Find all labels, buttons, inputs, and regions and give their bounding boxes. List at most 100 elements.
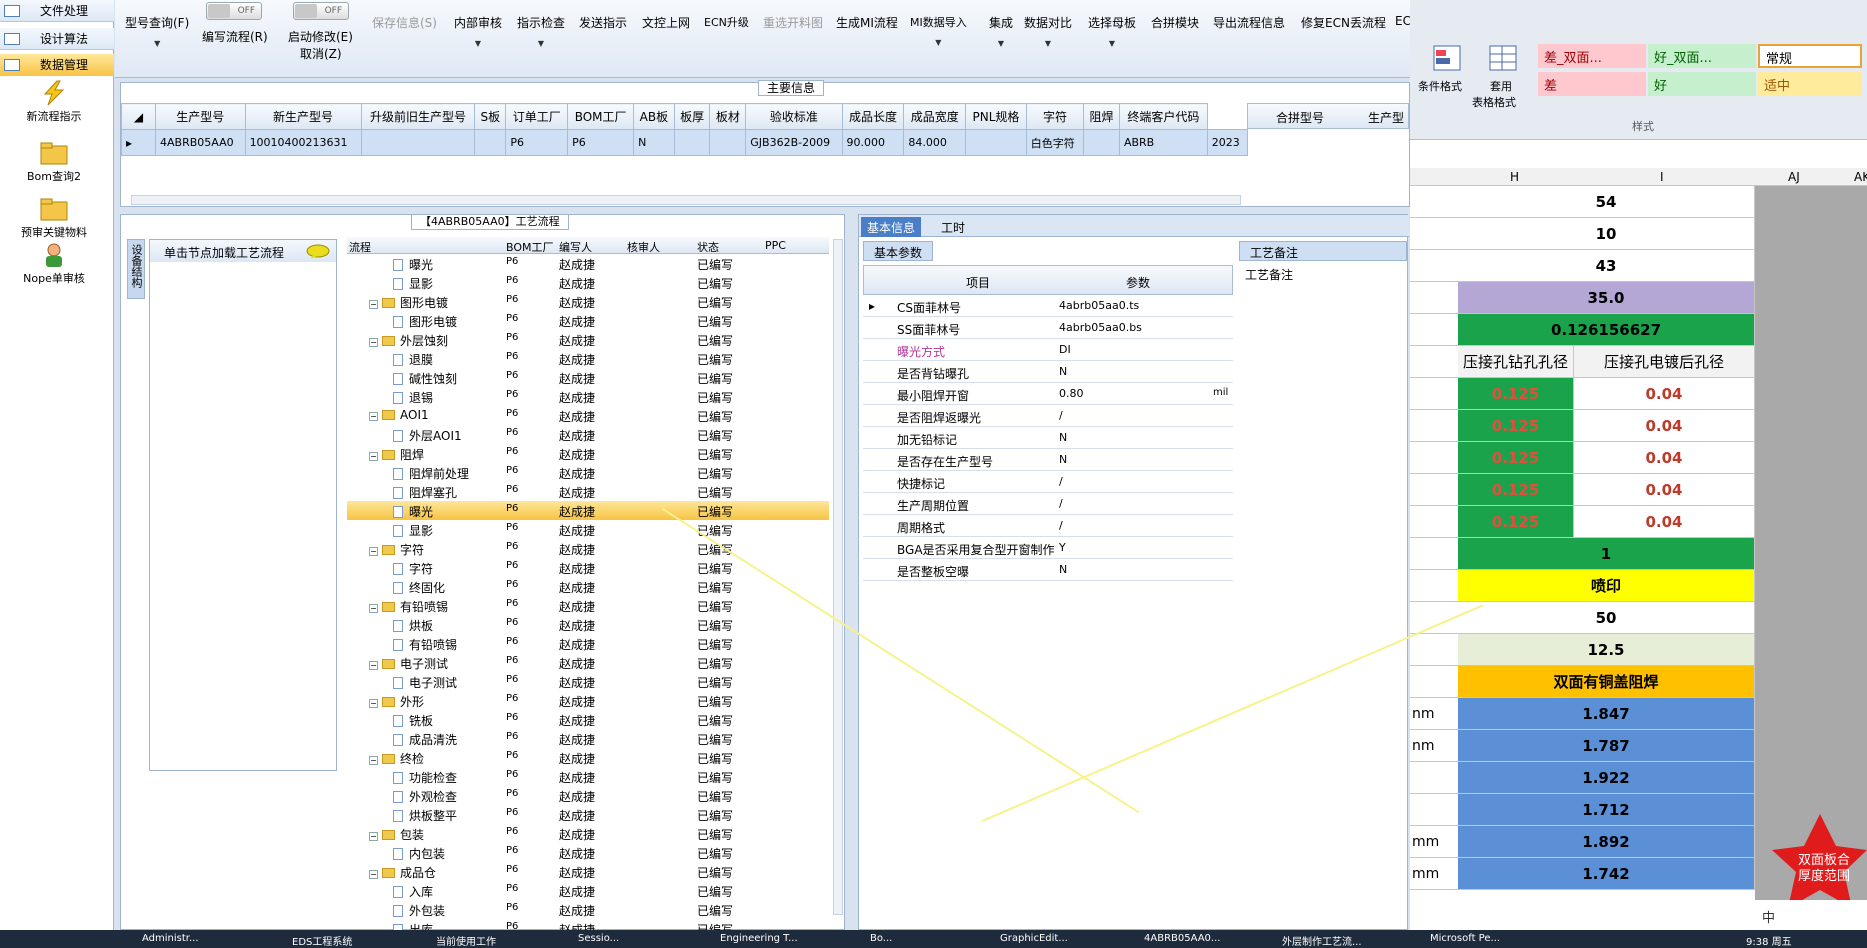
column-header[interactable]: AB板: [633, 103, 675, 130]
ime-bar[interactable]: 中: [1722, 900, 1867, 930]
collapse-toggle-icon[interactable]: −: [369, 547, 378, 556]
param-row[interactable]: 曝光方式 DI: [863, 339, 1233, 361]
collapse-toggle-icon[interactable]: −: [369, 452, 378, 461]
param-row[interactable]: 周期格式 /: [863, 515, 1233, 537]
flow-row[interactable]: 铣板 P6 赵成捷 已编写: [347, 710, 829, 729]
ec-button[interactable]: EC: [1395, 14, 1411, 28]
excel-cell[interactable]: 54: [1458, 186, 1755, 217]
data-compare-button[interactable]: 数据对比 ▼: [1024, 14, 1072, 48]
collapse-toggle-icon[interactable]: −: [369, 604, 378, 613]
param-row[interactable]: 加无铅标记 N: [863, 427, 1233, 449]
column-header[interactable]: 板厚: [673, 103, 711, 130]
param-row[interactable]: 是否存在生产型号 N: [863, 449, 1233, 471]
column-header[interactable]: PNL规格: [965, 103, 1027, 130]
excel-cell[interactable]: 1.922: [1458, 762, 1755, 793]
model-query-button[interactable]: 型号查询(F) ▼: [125, 14, 189, 48]
flow-row[interactable]: − 字符 P6 赵成捷 已编写: [347, 539, 829, 558]
task-admin[interactable]: Administr...: [142, 933, 199, 947]
excel-cell[interactable]: 50: [1458, 602, 1755, 633]
flow-row[interactable]: − AOI1 P6 赵成捷 已编写: [347, 406, 829, 425]
flow-row[interactable]: 显影 P6 赵成捷 已编写: [347, 520, 829, 539]
excel-cell[interactable]: 12.5: [1458, 634, 1755, 665]
column-header[interactable]: 成品宽度: [903, 103, 967, 130]
task-current[interactable]: 当前使用工作: [436, 933, 496, 948]
task-flow-doc[interactable]: 外层制作工艺流...: [1282, 933, 1362, 948]
flow-row[interactable]: − 包装 P6 赵成捷 已编写: [347, 824, 829, 843]
param-row[interactable]: 是否阻焊返曝光 /: [863, 405, 1233, 427]
flow-row[interactable]: 阻焊塞孔 P6 赵成捷 已编写: [347, 482, 829, 501]
column-header[interactable]: 新生产型号: [244, 103, 362, 130]
style-neutral[interactable]: 适中: [1758, 72, 1862, 96]
collapse-toggle-icon[interactable]: −: [369, 870, 378, 879]
save-info-button[interactable]: 保存信息(S): [372, 14, 437, 31]
export-flow-button[interactable]: 导出流程信息: [1213, 14, 1285, 31]
send-instruction-button[interactable]: 发送指示: [579, 14, 627, 31]
task-powerpoint[interactable]: Microsoft Pe...: [1430, 933, 1500, 947]
column-header[interactable]: 生产型号: [155, 103, 246, 130]
style-bad-double[interactable]: 差_双面...: [1538, 44, 1646, 68]
excel-cell[interactable]: 0.04: [1574, 378, 1755, 409]
excel-cell[interactable]: 1.787: [1458, 730, 1755, 761]
excel-cell[interactable]: 1: [1458, 538, 1755, 569]
apply-label[interactable]: 套用: [1490, 78, 1512, 94]
tab-basic-info[interactable]: 基本信息: [861, 217, 922, 237]
param-row[interactable]: 快捷标记 /: [863, 471, 1233, 493]
notes-tab[interactable]: 工艺备注: [1239, 241, 1407, 261]
column-header[interactable]: 阻焊: [1083, 103, 1120, 130]
style-normal[interactable]: 常规: [1758, 44, 1862, 68]
flow-row[interactable]: 成品清洗 P6 赵成捷 已编写: [347, 729, 829, 748]
flow-row[interactable]: 退锡 P6 赵成捷 已编写: [347, 387, 829, 406]
flow-row[interactable]: 曝光 P6 赵成捷 已编写: [347, 254, 829, 273]
excel-cell[interactable]: 0.04: [1574, 442, 1755, 473]
excel-cell[interactable]: 0.125: [1458, 506, 1574, 537]
excel-cell[interactable]: 喷印: [1458, 570, 1755, 601]
task-session[interactable]: Sessio...: [578, 933, 619, 947]
param-row[interactable]: 生产周期位置 /: [863, 493, 1233, 515]
flow-row[interactable]: − 有铅喷锡 P6 赵成捷 已编写: [347, 596, 829, 615]
excel-cell[interactable]: 0.04: [1574, 410, 1755, 441]
excel-cell[interactable]: 1.847: [1458, 698, 1755, 729]
flow-row[interactable]: 阻焊前处理 P6 赵成捷 已编写: [347, 463, 829, 482]
param-row[interactable]: SS面菲林号 4abrb05aa0.bs: [863, 317, 1233, 339]
flow-row[interactable]: − 成品仓 P6 赵成捷 已编写: [347, 862, 829, 881]
flow-row[interactable]: − 外层蚀刻 P6 赵成捷 已编写: [347, 330, 829, 349]
task-eds[interactable]: EDS工程系统: [292, 933, 352, 948]
flow-row[interactable]: 功能检查 P6 赵成捷 已编写: [347, 767, 829, 786]
column-header[interactable]: 板材: [709, 103, 747, 130]
task-engineering[interactable]: Engineering T...: [720, 933, 798, 947]
write-flow-button[interactable]: 编写流程(R): [202, 28, 268, 45]
column-header[interactable]: 成品长度: [841, 103, 905, 130]
flow-row[interactable]: − 外形 P6 赵成捷 已编写: [347, 691, 829, 710]
excel-cell[interactable]: 0.125: [1458, 474, 1574, 505]
excel-cell[interactable]: 10: [1458, 218, 1755, 249]
nav-nope-review[interactable]: Nope单审核: [0, 242, 108, 286]
excel-cell[interactable]: 0.125: [1458, 442, 1574, 473]
start-modify-toggle[interactable]: OFF: [293, 2, 349, 20]
excel-cell[interactable]: 压接孔钻孔孔径: [1458, 346, 1574, 377]
excel-cell[interactable]: 1.892: [1458, 826, 1755, 857]
task-excel-file[interactable]: 4ABRB05AA0...: [1144, 933, 1220, 947]
flow-row[interactable]: 烘板 P6 赵成捷 已编写: [347, 615, 829, 634]
column-header[interactable]: 终端客户代码: [1118, 103, 1208, 130]
internal-review-button[interactable]: 内部审核 ▼: [454, 14, 502, 48]
select-motherboard-button[interactable]: 选择母板 ▼: [1088, 14, 1136, 48]
param-row[interactable]: BGA是否采用复合型开窗制作 Y: [863, 537, 1233, 559]
flow-row[interactable]: 退膜 P6 赵成捷 已编写: [347, 349, 829, 368]
tab-work-hours[interactable]: 工时: [935, 217, 971, 237]
flow-row[interactable]: 有铅喷锡 P6 赵成捷 已编写: [347, 634, 829, 653]
nav-data[interactable]: 数据管理: [0, 54, 114, 76]
horizontal-scrollbar[interactable]: [131, 195, 1241, 205]
flow-row[interactable]: 电子测试 P6 赵成捷 已编写: [347, 672, 829, 691]
flow-row[interactable]: 显影 P6 赵成捷 已编写: [347, 273, 829, 292]
flow-row[interactable]: − 电子测试 P6 赵成捷 已编写: [347, 653, 829, 672]
excel-cell[interactable]: 35.0: [1458, 282, 1755, 313]
nav-new-process[interactable]: 新流程指示: [0, 80, 108, 124]
column-header[interactable]: 字符: [1025, 103, 1085, 130]
collapse-toggle-icon[interactable]: −: [369, 756, 378, 765]
excel-cell[interactable]: 0.04: [1574, 474, 1755, 505]
start-modify-button[interactable]: 启动修改(E): [288, 28, 353, 45]
column-header[interactable]: BOM工厂: [567, 103, 635, 130]
param-row[interactable]: ▸ CS面菲林号 4abrb05aa0.ts: [863, 295, 1233, 317]
flow-row[interactable]: 烘板整平 P6 赵成捷 已编写: [347, 805, 829, 824]
collapse-toggle-icon[interactable]: −: [369, 412, 378, 421]
